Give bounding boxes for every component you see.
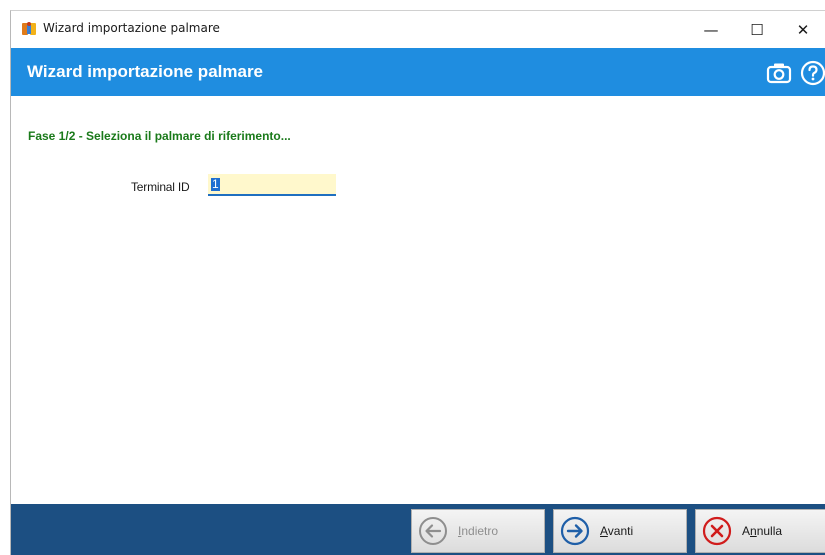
minimize-icon: — [703,20,719,39]
close-button[interactable]: ✕ [780,11,825,48]
help-icon[interactable] [800,60,825,86]
cancel-button-label: Annulla [742,524,783,538]
terminal-id-input[interactable]: 1 [208,174,336,196]
step-title: Fase 1/2 - Seleziona il palmare di rifer… [28,129,291,143]
terminal-id-value: 1 [211,176,220,191]
terminal-id-label: Terminal ID [131,180,190,194]
header-title: Wizard importazione palmare [27,62,264,81]
arrow-left-circle-icon [419,517,447,545]
app-icon [22,22,36,35]
back-button-label: Indietro [458,524,499,538]
cancel-button[interactable]: Annulla [695,509,825,553]
maximize-button[interactable]: ☐ [734,11,780,48]
next-button[interactable]: Avanti [553,509,687,553]
next-button-label: Avanti [600,524,634,538]
cancel-circle-icon [702,516,732,546]
camera-icon[interactable] [766,60,792,86]
arrow-right-circle-icon [560,516,590,546]
wizard-content: Fase 1/2 - Seleziona il palmare di rifer… [11,96,825,504]
close-icon: ✕ [796,20,810,39]
back-button[interactable]: Indietro [411,509,545,553]
wizard-footer: Indietro Avanti Annulla [11,504,825,555]
title-bar[interactable]: Wizard importazione palmare — ☐ ✕ [11,11,825,48]
wizard-header: Wizard importazione palmare [11,48,825,96]
window-title: Wizard importazione palmare [43,21,220,35]
minimize-button[interactable]: — [688,11,734,48]
wizard-window: Wizard importazione palmare — ☐ ✕ Wizard… [10,10,825,555]
maximize-icon: ☐ [750,20,764,39]
